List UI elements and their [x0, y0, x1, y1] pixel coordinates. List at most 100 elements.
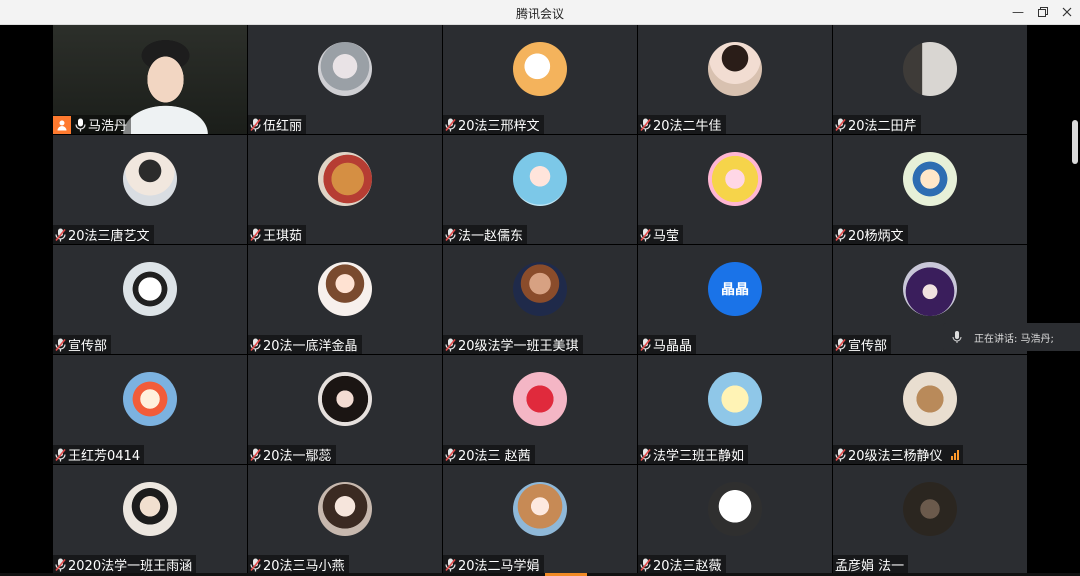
speaking-text: 正在讲话: 马浩丹;: [974, 333, 1054, 345]
participant-nameplate: 20法三马小燕: [248, 555, 349, 574]
participant-tile[interactable]: 20法二田芹: [833, 25, 1027, 134]
headband-kid-avatar: [123, 482, 177, 536]
participant-avatar: 晶晶: [708, 262, 762, 316]
cartoon-girl-avatar: [708, 152, 762, 206]
mic-icon: [445, 228, 456, 241]
participant-name: 马莹: [653, 229, 680, 244]
boy-avatar: [123, 152, 177, 206]
participant-tile[interactable]: 马浩丹: [53, 25, 247, 134]
mic-icon: [835, 118, 846, 131]
participant-tile[interactable]: 20级法学一班王美琪: [443, 245, 637, 354]
participant-name: 20法二牛佳: [653, 119, 722, 134]
participant-name: 伍红丽: [263, 119, 303, 134]
participant-name: 宣传部: [68, 339, 108, 354]
minimize-button[interactable]: —: [1009, 4, 1027, 20]
participant-tile[interactable]: 20法一鄢蕊: [248, 355, 442, 464]
mic-icon: [640, 118, 651, 131]
participant-nameplate: 20杨炳文: [833, 225, 908, 244]
man-portrait-avatar: [513, 262, 567, 316]
dark-photo-avatar: [903, 482, 957, 536]
anime-girl-avatar: [513, 152, 567, 206]
sketch-girl-avatar: [513, 482, 567, 536]
participant-tile[interactable]: 20法一底洋金晶: [248, 245, 442, 354]
participant-tile[interactable]: 王琪茹: [248, 135, 442, 244]
restore-button[interactable]: [1034, 4, 1052, 20]
participant-name: 20级法学一班王美琪: [458, 339, 579, 354]
participant-tile[interactable]: 伍红丽: [248, 25, 442, 134]
participant-tile[interactable]: 20法三邢梓文: [443, 25, 637, 134]
participant-tile[interactable]: 20法三唐艺文: [53, 135, 247, 244]
mic-icon: [250, 448, 261, 461]
mic-icon: [250, 558, 261, 571]
participant-tile[interactable]: 法学三班王静如: [638, 355, 832, 464]
participant-tile[interactable]: 20法三 赵茜: [443, 355, 637, 464]
participant-tile[interactable]: 宣传部: [53, 245, 247, 354]
mic-icon: [445, 338, 456, 351]
illustrated-girl-avatar: [318, 262, 372, 316]
mic-icon: [835, 448, 846, 461]
participant-name: 20级法三杨静仪: [848, 449, 943, 464]
participant-nameplate: 王红芳0414: [53, 445, 145, 464]
participant-nameplate: 20法二马学娟: [443, 555, 544, 574]
participant-tile[interactable]: 20级法三杨静仪: [833, 355, 1027, 464]
participant-name: 20法二马学娟: [458, 559, 540, 574]
cat-avatar: [318, 152, 372, 206]
girl-selfie-avatar: [318, 482, 372, 536]
mic-icon: [55, 558, 66, 571]
mic-icon: [250, 118, 261, 131]
participant-tile[interactable]: 2020法学一班王雨涵: [53, 465, 247, 574]
participant-nameplate: 20法三唐艺文: [53, 225, 154, 244]
participant-tile[interactable]: 20法二牛佳: [638, 25, 832, 134]
participant-nameplate: 20法三 赵茜: [443, 445, 535, 464]
white-bear-avatar: [708, 482, 762, 536]
participant-nameplate: 20法二牛佳: [638, 115, 726, 134]
participant-nameplate: 法学三班王静如: [638, 445, 749, 464]
dog-avatar: [903, 372, 957, 426]
participant-tile[interactable]: 王红芳0414: [53, 355, 247, 464]
cartoon-boy-avatar: [903, 152, 957, 206]
participant-name: 法一赵儒东: [458, 229, 524, 244]
participant-name: 宣传部: [848, 339, 888, 354]
participant-tile[interactable]: 20法三马小燕: [248, 465, 442, 574]
participant-nameplate: 20级法三杨静仪: [833, 445, 963, 464]
mic-icon: [952, 331, 962, 343]
participant-nameplate: 孟彦娟 法一: [833, 555, 909, 574]
title-bar: 腾讯会议 —: [0, 0, 1080, 25]
participant-nameplate: 20级法学一班王美琪: [443, 335, 583, 354]
close-button[interactable]: [1058, 4, 1076, 20]
participant-tile[interactable]: 马莹: [638, 135, 832, 244]
participant-tile[interactable]: 20法三赵薇: [638, 465, 832, 574]
mic-icon: [75, 118, 86, 131]
participant-nameplate: 马浩丹: [53, 115, 132, 134]
participant-tile[interactable]: 晶晶 马晶晶: [638, 245, 832, 354]
participant-tile[interactable]: 孟彦娟 法一: [833, 465, 1027, 574]
participant-tile[interactable]: 法一赵儒东: [443, 135, 637, 244]
participant-tile[interactable]: 20杨炳文: [833, 135, 1027, 244]
cartoon-kid-avatar: [123, 372, 177, 426]
mic-icon: [640, 228, 651, 241]
participant-name: 20法一底洋金晶: [263, 339, 358, 354]
participant-nameplate: 伍红丽: [248, 115, 307, 134]
participant-nameplate: 20法二田芹: [833, 115, 921, 134]
participant-name: 王红芳0414: [68, 449, 141, 464]
participant-nameplate: 宣传部: [833, 335, 892, 354]
scrollbar-thumb[interactable]: [1072, 120, 1078, 164]
participant-name: 20法三马小燕: [263, 559, 345, 574]
participant-name: 2020法学一班王雨涵: [68, 559, 193, 574]
participant-name: 20法三邢梓文: [458, 119, 540, 134]
panda-avatar: [123, 262, 177, 316]
mic-icon: [445, 558, 456, 571]
participant-name: 20杨炳文: [848, 229, 904, 244]
signal-strength-icon: [950, 449, 959, 460]
participant-name: 20法三赵薇: [653, 559, 722, 574]
meeting-area: 马浩丹 伍红丽 20法三邢梓文 20法二牛佳 20法二田芹 20法三唐艺文 王琪…: [0, 25, 1080, 576]
mic-icon: [445, 118, 456, 131]
restore-icon: [1038, 7, 1048, 17]
participant-nameplate: 王琪茹: [248, 225, 307, 244]
mic-icon: [640, 558, 651, 571]
girl-photo-avatar: [318, 372, 372, 426]
participant-tile[interactable]: 20法二马学娟: [443, 465, 637, 574]
participant-name: 法学三班王静如: [653, 449, 745, 464]
participant-nameplate: 20法三赵薇: [638, 555, 726, 574]
window-title: 腾讯会议: [515, 7, 564, 21]
